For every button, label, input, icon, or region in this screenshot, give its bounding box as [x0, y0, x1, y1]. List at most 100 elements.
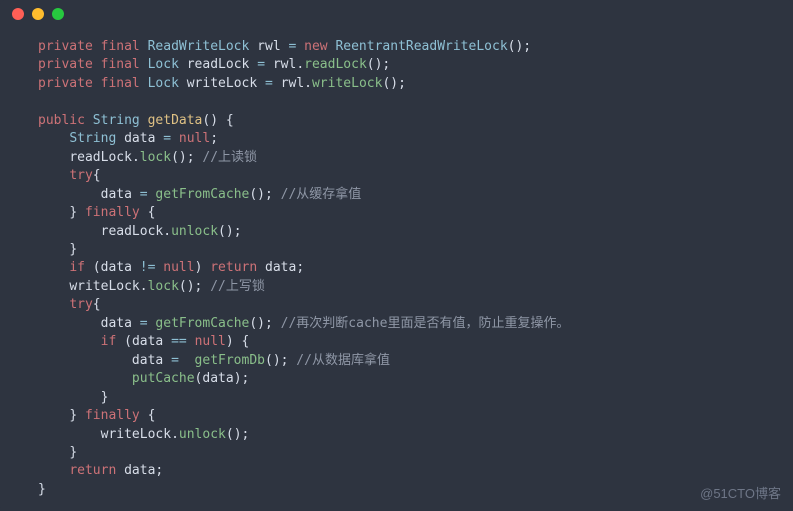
method-call: getFromCache	[155, 187, 249, 202]
keyword: new	[304, 39, 327, 54]
identifier: data	[132, 334, 163, 349]
punct: }	[69, 445, 77, 460]
punct: }	[69, 205, 77, 220]
keyword: try	[69, 297, 92, 312]
punct: }	[69, 408, 77, 423]
punct: ();	[382, 76, 405, 91]
punct: ();	[218, 224, 241, 239]
operator: =	[265, 76, 273, 91]
method-call: readLock	[304, 57, 367, 72]
comment: //上写锁	[202, 279, 264, 294]
punct: )	[195, 260, 211, 275]
identifier: data	[101, 187, 132, 202]
function-name: getData	[148, 113, 203, 128]
punct: }	[101, 390, 109, 405]
punct: }	[69, 242, 77, 257]
identifier: data	[202, 371, 233, 386]
punct: {	[93, 297, 101, 312]
identifier: data	[116, 463, 155, 478]
identifier: data	[132, 353, 163, 368]
comment: //上读锁	[195, 150, 257, 165]
method-call: lock	[140, 150, 171, 165]
punct: ();	[367, 57, 390, 72]
punct: .	[140, 279, 148, 294]
type: Lock	[148, 57, 179, 72]
punct: .	[163, 224, 171, 239]
operator: =	[163, 131, 171, 146]
keyword: return	[210, 260, 257, 275]
method-call: lock	[148, 279, 179, 294]
operator: =	[257, 57, 265, 72]
window-titlebar	[0, 0, 793, 28]
operator: =	[288, 39, 296, 54]
punct: );	[234, 371, 250, 386]
punct: (	[85, 260, 101, 275]
method-call: writeLock	[312, 76, 382, 91]
method-call: getFromCache	[155, 316, 249, 331]
method-call: putCache	[132, 371, 195, 386]
punct: .	[296, 57, 304, 72]
operator: =	[140, 316, 148, 331]
punct: ) {	[226, 334, 249, 349]
type: ReadWriteLock	[148, 39, 250, 54]
punct: ();	[265, 353, 288, 368]
identifier: writeLock	[69, 279, 139, 294]
identifier: data	[101, 260, 132, 275]
type: Lock	[148, 76, 179, 91]
keyword: if	[69, 260, 85, 275]
comment: //从数据库拿值	[288, 353, 389, 368]
punct: ();	[249, 316, 272, 331]
punct: .	[171, 427, 179, 442]
punct: ();	[249, 187, 272, 202]
identifier: writeLock	[187, 76, 257, 91]
punct: ;	[155, 463, 163, 478]
method-call: unlock	[179, 427, 226, 442]
code-window: private final ReadWriteLock rwl = new Re…	[0, 0, 793, 511]
operator: =	[140, 187, 148, 202]
keyword: return	[69, 463, 116, 478]
punct: {	[93, 168, 101, 183]
keyword: private	[38, 57, 93, 72]
identifier: readLock	[187, 57, 250, 72]
punct: {	[140, 205, 156, 220]
identifier: readLock	[101, 224, 164, 239]
keyword: if	[101, 334, 117, 349]
punct: ;	[296, 260, 304, 275]
operator: !=	[140, 260, 156, 275]
keyword: finally	[85, 408, 140, 423]
keyword: private	[38, 39, 93, 54]
identifier: rwl	[281, 76, 304, 91]
code-block: private final ReadWriteLock rwl = new Re…	[0, 28, 793, 509]
punct: () {	[202, 113, 233, 128]
identifier: data	[101, 316, 132, 331]
identifier: data	[257, 260, 296, 275]
identifier: readLock	[69, 150, 132, 165]
maximize-icon[interactable]	[52, 8, 64, 20]
operator: ==	[171, 334, 187, 349]
type: String	[93, 113, 140, 128]
literal: null	[179, 131, 210, 146]
keyword: finally	[85, 205, 140, 220]
minimize-icon[interactable]	[32, 8, 44, 20]
punct: ();	[508, 39, 531, 54]
identifier: rwl	[273, 57, 296, 72]
punct: {	[140, 408, 156, 423]
keyword: try	[69, 168, 92, 183]
keyword: private	[38, 76, 93, 91]
identifier: data	[124, 131, 155, 146]
close-icon[interactable]	[12, 8, 24, 20]
literal: null	[195, 334, 226, 349]
punct: .	[132, 150, 140, 165]
watermark-text: @51CTO博客	[700, 485, 781, 503]
keyword: final	[101, 57, 140, 72]
comment: //从缓存拿值	[273, 187, 361, 202]
punct: .	[304, 76, 312, 91]
method-call: getFromDb	[195, 353, 265, 368]
keyword: final	[101, 76, 140, 91]
keyword: final	[101, 39, 140, 54]
punct: ();	[171, 150, 194, 165]
punct: (	[116, 334, 132, 349]
literal: null	[163, 260, 194, 275]
punct: ();	[179, 279, 202, 294]
identifier: rwl	[257, 39, 280, 54]
